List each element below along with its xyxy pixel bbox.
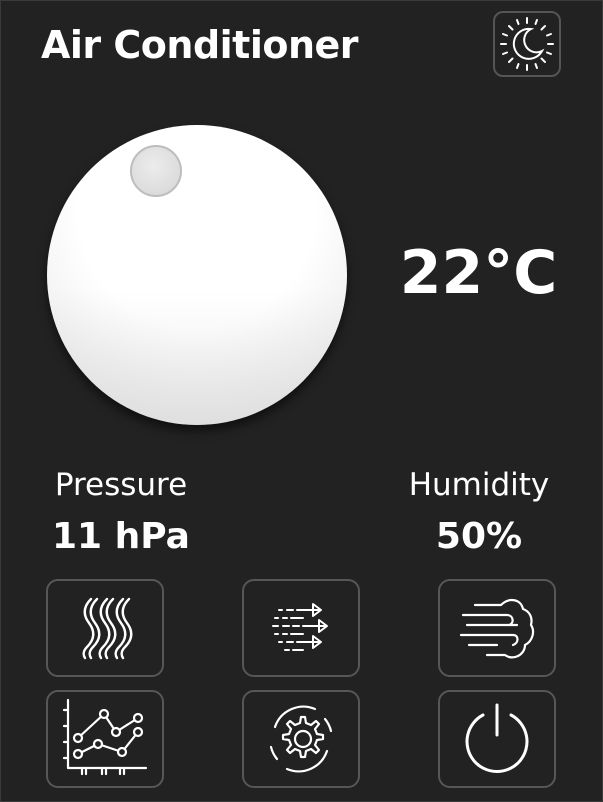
day-night-mode-button[interactable] bbox=[493, 11, 561, 77]
wind-mode-button[interactable] bbox=[438, 579, 556, 677]
sun-moon-icon bbox=[500, 17, 554, 71]
dial-handle[interactable] bbox=[130, 145, 182, 197]
wind-icon bbox=[459, 599, 535, 659]
humidity-label: Humidity bbox=[408, 467, 550, 503]
page-title: Air Conditioner bbox=[41, 23, 359, 67]
airflow-arrows-icon bbox=[272, 603, 328, 651]
chart-icon bbox=[62, 698, 148, 776]
power-icon bbox=[465, 703, 529, 773]
settings-gear-icon bbox=[269, 705, 333, 773]
statistics-button[interactable] bbox=[46, 690, 164, 788]
ac-panel: Air Conditioner 22°C Pressure 11 hPa Hum… bbox=[0, 0, 603, 802]
pressure-value: 11 hPa bbox=[52, 516, 190, 557]
temperature-dial[interactable] bbox=[41, 119, 357, 435]
fan-speed-button[interactable] bbox=[242, 579, 360, 677]
settings-button[interactable] bbox=[242, 690, 360, 788]
pressure-label: Pressure bbox=[54, 467, 188, 503]
temperature-readout: 22°C bbox=[399, 238, 558, 308]
power-button[interactable] bbox=[438, 690, 556, 788]
heat-mode-button[interactable] bbox=[46, 579, 164, 677]
dial-knob-shading bbox=[47, 125, 347, 425]
heat-waves-icon bbox=[82, 597, 133, 660]
humidity-value: 50% bbox=[435, 516, 523, 557]
